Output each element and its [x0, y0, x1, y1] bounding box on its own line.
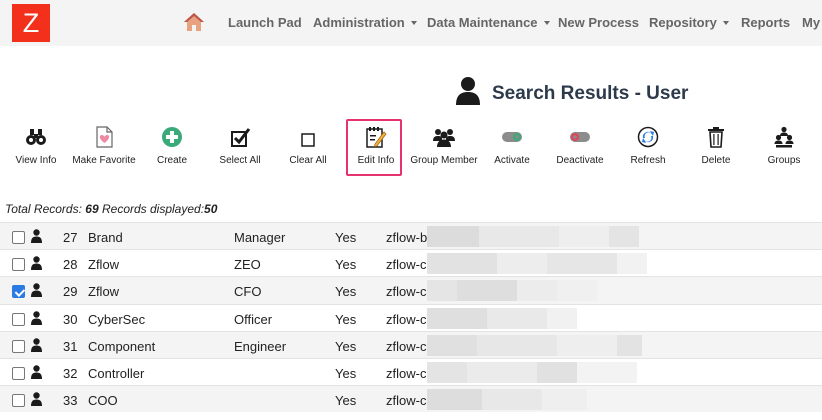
nav-repository[interactable]: Repository — [649, 15, 729, 30]
user-id-cell: 27 — [63, 230, 78, 245]
favorite-icon — [96, 126, 113, 148]
row-checkbox[interactable] — [12, 366, 25, 380]
home-icon[interactable] — [183, 12, 205, 32]
user-id-cell: 31 — [63, 338, 78, 354]
user-name-cell: Controller — [88, 365, 145, 381]
active-flag-cell: Yes — [335, 284, 357, 300]
row-checkbox[interactable] — [12, 231, 25, 244]
page-title: Search Results - User — [492, 83, 689, 104]
toggle-on-icon — [502, 132, 522, 142]
user-id-cell: 30 — [63, 311, 78, 327]
active-flag-cell: Yes — [335, 365, 357, 381]
user-icon — [31, 310, 42, 325]
user-id-cell: 28 — [63, 257, 78, 273]
table-row[interactable]: 32 Controller Yes zflow-c — [0, 357, 822, 386]
active-flag-cell: Yes — [335, 257, 357, 273]
login-cell: zflow-c — [386, 393, 427, 409]
plus-circle-icon — [162, 127, 182, 147]
table-row[interactable]: 33 COO Yes zflow-c — [0, 385, 822, 413]
nav-launch-pad[interactable]: Launch Pad — [228, 15, 302, 30]
login-cell: zflow-c — [386, 311, 427, 327]
user-name-cell: CyberSec — [88, 311, 146, 327]
user-role-cell: CFO — [234, 284, 262, 300]
row-checkbox[interactable] — [12, 312, 25, 326]
active-flag-cell: Yes — [335, 230, 357, 245]
group-member-icon — [433, 129, 455, 147]
user-name-cell: Component — [88, 338, 156, 354]
chevron-down-icon — [410, 21, 417, 25]
nav-my[interactable]: My — [802, 15, 820, 30]
nav-new-process[interactable]: New Process — [558, 15, 639, 30]
user-id-cell: 32 — [63, 365, 78, 381]
binoculars-icon — [26, 129, 46, 145]
chevron-down-icon — [722, 21, 729, 25]
row-checkbox[interactable] — [12, 339, 25, 353]
active-flag-cell: Yes — [335, 393, 357, 409]
user-id-cell: 33 — [63, 393, 78, 409]
row-checkbox[interactable] — [12, 394, 25, 408]
checkbox-checked-icon — [231, 128, 251, 147]
table-row[interactable]: 29 Zflow CFO Yes zflow-c — [0, 276, 822, 304]
user-name-cell: Zflow — [88, 284, 120, 300]
active-flag-cell: Yes — [335, 311, 357, 327]
trash-icon — [708, 127, 724, 148]
user-name-cell: COO — [88, 393, 118, 409]
user-icon — [31, 392, 42, 407]
user-role-cell: ZEO — [234, 257, 261, 273]
user-icon — [31, 365, 42, 379]
user-icon — [31, 338, 42, 352]
nav-reports[interactable]: Reports — [741, 15, 790, 30]
table-row[interactable]: 27 Brand Manager Yes zflow-b — [0, 222, 822, 250]
login-cell: zflow-c — [386, 257, 427, 273]
login-cell: zflow-c — [386, 365, 427, 381]
table-row[interactable]: 28 Zflow ZEO Yes zflow-c — [0, 249, 822, 277]
toggle-off-icon — [570, 132, 590, 142]
checkbox-empty-icon — [301, 133, 315, 147]
login-cell: zflow-c — [386, 284, 427, 300]
user-icon — [31, 283, 42, 298]
row-checkbox[interactable] — [12, 258, 25, 272]
login-cell: zflow-b — [386, 230, 428, 245]
groups-button[interactable]: Groups — [749, 124, 819, 172]
login-cell: zflow-c — [386, 338, 427, 354]
displayed-records-count: 50 — [204, 202, 218, 216]
results-table: 27 Brand Manager Yes zflow-b 28 Zflow ZEO Yes zfl… — [0, 222, 822, 413]
user-role-cell: Engineer — [234, 338, 287, 354]
refresh-icon — [637, 126, 659, 148]
chevron-down-icon — [543, 21, 550, 25]
nav-data-maintenance[interactable]: Data Maintenance — [427, 15, 550, 30]
user-icon — [456, 77, 480, 105]
table-row[interactable]: 30 CyberSec Officer Yes zflow-c — [0, 303, 822, 331]
user-icon — [31, 256, 42, 271]
user-name-cell: Brand — [88, 230, 123, 245]
edit-icon — [366, 127, 387, 148]
total-records-count: 69 — [85, 202, 99, 216]
user-role-cell: Manager — [234, 230, 286, 245]
groups-icon — [774, 126, 794, 148]
user-id-cell: 29 — [63, 284, 78, 300]
top-navigation-bar: Z Launch Pad Administration Data Mainten… — [0, 0, 822, 46]
user-role-cell: Officer — [234, 311, 273, 327]
records-summary: Total Records: 69 Records displayed:50 — [5, 202, 218, 216]
user-icon — [31, 229, 42, 243]
table-row[interactable]: 31 Component Engineer Yes zflow-c — [0, 330, 822, 358]
row-checkbox[interactable] — [12, 285, 25, 299]
active-flag-cell: Yes — [335, 338, 357, 354]
user-name-cell: Zflow — [88, 257, 120, 273]
nav-administration[interactable]: Administration — [313, 15, 417, 30]
app-logo[interactable]: Z — [12, 4, 50, 42]
